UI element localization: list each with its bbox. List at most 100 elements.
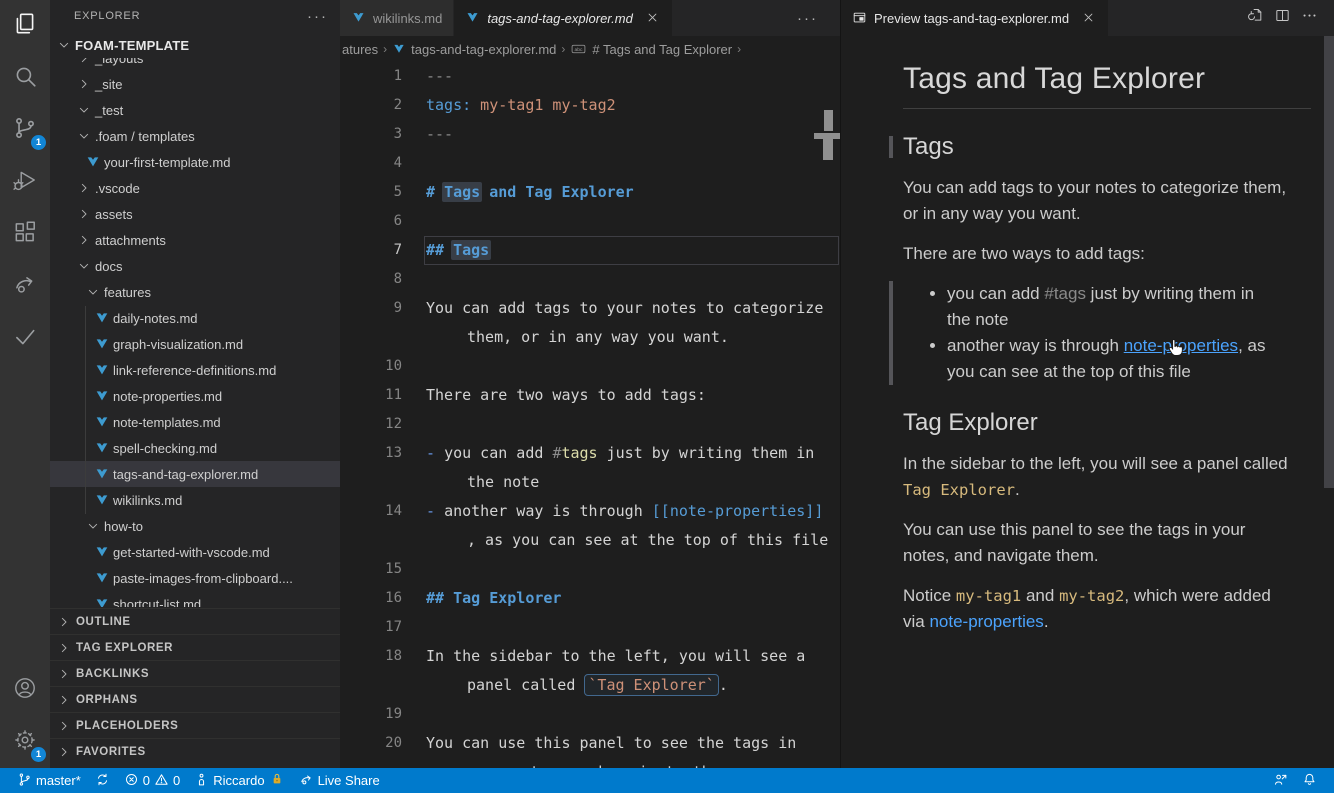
status-item-feedback-icon[interactable] [1266, 768, 1295, 793]
status-item-bell-icon[interactable] [1295, 768, 1324, 793]
editor-code-area[interactable]: 1---2tags: my-tag1 my-tag23---45# Tags a… [340, 62, 840, 768]
sidebar-panel-favorites[interactable]: FAVORITES [50, 738, 340, 764]
status-item-0[interactable]: 00 [117, 768, 187, 793]
tab-preview[interactable]: Preview tags-and-tag-explorer.md [841, 0, 1108, 36]
activity-item-extensions[interactable] [0, 208, 50, 260]
preview-link[interactable]: note-properties [1124, 336, 1238, 355]
activity-item-source-control[interactable]: 1 [0, 104, 50, 156]
breadcrumb[interactable]: atures›tags-and-tag-explorer.md›abc# Tag… [340, 36, 840, 62]
code-line[interactable]: 9You can add tags to your notes to categ… [340, 294, 840, 323]
code-line[interactable]: 1--- [340, 62, 840, 91]
sidebar-panel-outline[interactable]: OUTLINE [50, 608, 340, 634]
breadcrumb-separator: › [383, 42, 387, 56]
split-editor-icon[interactable] [1274, 7, 1291, 29]
activity-item-tasks[interactable] [0, 312, 50, 364]
code-line[interactable]: 3--- [340, 120, 840, 149]
tree-item[interactable]: spell-checking.md [50, 435, 340, 461]
activity-item-accounts[interactable] [0, 664, 50, 716]
tree-item-label: how-to [104, 519, 143, 534]
preview-actions [1247, 0, 1328, 36]
breadcrumb-item[interactable]: # Tags and Tag Explorer [592, 42, 732, 57]
preview-list-item: you can add #tags just by writing them i… [947, 281, 1281, 333]
close-icon[interactable] [1081, 10, 1097, 26]
activity-item-explorer[interactable] [0, 0, 50, 52]
breadcrumb-item[interactable]: atures [342, 42, 378, 57]
sidebar-more-actions[interactable]: ··· [307, 8, 328, 25]
tree-item[interactable]: _site [50, 71, 340, 97]
code-line[interactable]: panel called `Tag Explorer`. [340, 671, 840, 700]
code-line[interactable]: 8 [340, 265, 840, 294]
breadcrumb-item[interactable]: tags-and-tag-explorer.md [411, 42, 556, 57]
branch-icon [17, 772, 32, 790]
panel-label: ORPHANS [76, 694, 138, 706]
editor-tab-bar: wikilinks.mdtags-and-tag-explorer.md ··· [340, 0, 840, 36]
tree-item[interactable]: graph-visualization.md [50, 331, 340, 357]
code-line[interactable]: your notes, and navigate them. [340, 758, 840, 768]
status-item-riccardo[interactable]: Riccardo [187, 768, 291, 793]
tree-item[interactable]: daily-notes.md [50, 305, 340, 331]
status-item-master-[interactable]: master* [10, 768, 88, 793]
code-line[interactable]: 18In the sidebar to the left, you will s… [340, 642, 840, 671]
code-line[interactable]: 19 [340, 700, 840, 729]
tree-item[interactable]: attachments [50, 227, 340, 253]
sidebar-panel-tag-explorer[interactable]: TAG EXPLORER [50, 634, 340, 660]
tree-item[interactable]: your-first-template.md [50, 149, 340, 175]
status-item-icon[interactable] [88, 768, 117, 793]
tree-item[interactable]: tags-and-tag-explorer.md [50, 461, 340, 487]
tab-wikilinks.md[interactable]: wikilinks.md [340, 0, 453, 36]
tree-item[interactable]: how-to [50, 513, 340, 539]
tree-item[interactable]: docs [50, 253, 340, 279]
chevron-right-icon [56, 666, 72, 682]
sidebar-panel-placeholders[interactable]: PLACEHOLDERS [50, 712, 340, 738]
tree-item[interactable]: note-properties.md [50, 383, 340, 409]
code-line[interactable]: 12 [340, 410, 840, 439]
activity-item-search[interactable] [0, 52, 50, 104]
code-line[interactable]: 5# Tags and Tag Explorer [340, 178, 840, 207]
tree-item[interactable]: .foam / templates [50, 123, 340, 149]
tree-item[interactable]: assets [50, 201, 340, 227]
code-line[interactable]: 6 [340, 207, 840, 236]
code-line[interactable]: 10 [340, 352, 840, 381]
chevron-right-icon [56, 614, 72, 630]
code-line[interactable]: 2tags: my-tag1 my-tag2 [340, 91, 840, 120]
tree-item[interactable]: paste-images-from-clipboard.... [50, 565, 340, 591]
activity-item-run-and-debug[interactable] [0, 156, 50, 208]
sidebar-panel-orphans[interactable]: ORPHANS [50, 686, 340, 712]
more-icon[interactable] [1301, 7, 1318, 29]
tree-item[interactable]: .vscode [50, 175, 340, 201]
code-line[interactable]: them, or in any way you want. [340, 323, 840, 352]
tree-item[interactable]: get-started-with-vscode.md [50, 539, 340, 565]
tree-item[interactable]: features [50, 279, 340, 305]
editor-more-actions[interactable]: ··· [797, 0, 818, 36]
code-line[interactable]: 17 [340, 613, 840, 642]
tab-tags-and-tag-explorer.md[interactable]: tags-and-tag-explorer.md [454, 0, 671, 36]
line-number: 15 [340, 555, 402, 584]
close-icon[interactable] [645, 10, 661, 26]
preview-scrollbar[interactable] [1324, 36, 1334, 488]
code-line[interactable]: 16## Tag Explorer [340, 584, 840, 613]
tree-item[interactable]: wikilinks.md [50, 487, 340, 513]
code-line[interactable]: 15 [340, 555, 840, 584]
status-item-live-share[interactable]: Live Share [292, 768, 387, 793]
open-source-icon[interactable] [1247, 7, 1264, 29]
code-line[interactable]: 7## Tags [340, 236, 840, 265]
code-line[interactable]: 4 [340, 149, 840, 178]
tree-item[interactable]: note-templates.md [50, 409, 340, 435]
tree-item[interactable]: _test [50, 97, 340, 123]
workspace-root-row[interactable]: FOAM-TEMPLATE [50, 32, 340, 58]
tree-item[interactable]: shortcut-list.md [50, 591, 340, 607]
activity-item-live-share[interactable] [0, 260, 50, 312]
tree-item[interactable]: _layouts [50, 58, 340, 71]
code-line[interactable]: the note [340, 468, 840, 497]
code-line[interactable]: 20You can use this panel to see the tags… [340, 729, 840, 758]
code-line[interactable]: 11There are two ways to add tags: [340, 381, 840, 410]
code-line[interactable]: , as you can see at the top of this file [340, 526, 840, 555]
tree-item[interactable]: link-reference-definitions.md [50, 357, 340, 383]
preview-link[interactable]: note-properties [929, 612, 1043, 631]
sidebar-panel-backlinks[interactable]: BACKLINKS [50, 660, 340, 686]
code-line[interactable]: 14- another way is through [[note-proper… [340, 497, 840, 526]
activity-item-manage[interactable]: 1 [0, 716, 50, 768]
code-line[interactable]: 13- you can add #tags just by writing th… [340, 439, 840, 468]
share-icon [299, 772, 314, 790]
preview-h2: Tags [903, 133, 1300, 161]
